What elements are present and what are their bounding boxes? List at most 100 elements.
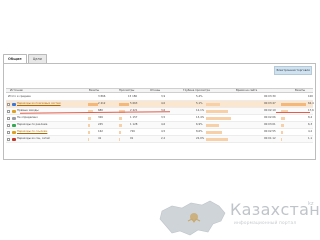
bounce-bar [206,130,222,134]
row-time: 00:02:55 [264,130,276,133]
row-visits: 245 [98,123,103,126]
row-depth: 4,5 [161,130,166,133]
ecom-bar [281,130,283,134]
row-label[interactable]: Переходы по ссылкам [17,130,47,134]
row-bounce: 5,1% [196,102,203,105]
col-visits[interactable]: Визиты [89,89,99,93]
row-label[interactable]: Переходы по рекламе [17,123,47,127]
row-visits: 41 [98,137,102,140]
row-bounce: 12,1% [196,109,205,112]
table-row[interactable]: Переходы по ссылкам 162 726 4,5 8,6% 00:… [6,129,313,136]
row-bounce: 8,6% [196,130,203,133]
col-pageviews[interactable]: Просмотры [119,89,134,93]
row-ecom: 8,4 [308,116,313,119]
direct-icon [12,109,16,113]
table-row[interactable]: Переходы из соц. сетей 41 91 2,2 22,0% 0… [6,136,313,143]
table-header: Источник Визиты Просмотры Отказы Глубина… [6,88,313,93]
table-row[interactable]: Переходы по рекламе 245 1 128 4,6 6,9% 0… [6,122,313,129]
total-bounce: 5,4% [196,95,203,98]
total-time: 00:03:30 [264,95,276,98]
screenshot: Общие Цели Электронная торговля Источник… [0,0,320,240]
kazakhstan-map-icon [159,200,226,236]
visits-bar [88,137,89,141]
row-visits: 2 412 [98,102,106,105]
row-views: 91 [130,137,134,140]
row-views: 5 663 [130,102,138,105]
total-row: Итого и средние 3 866 15 186 3,9 5,4% 00… [6,94,313,101]
col-depth[interactable]: Глубина просмотра [183,89,210,93]
col-source[interactable]: Источник [10,89,23,93]
row-ecom: 4,2 [308,130,313,133]
total-visits: 3 866 [98,95,106,98]
views-bar [119,123,122,127]
highlight-stroke [276,112,310,113]
views-bar [119,102,129,106]
table-row[interactable]: Переходы из поисковых систем 2 412 5 663… [6,101,314,108]
row-time: 00:01:12 [264,137,276,140]
row-label[interactable]: Переходы из поисковых систем [17,102,61,106]
row-depth: 4,6 [161,123,166,126]
ads-icon [12,123,16,127]
bounce-bar [206,137,228,141]
row-checkbox[interactable] [7,102,10,106]
site-logo: Казахстан kz информационный портал [158,197,320,240]
visits-bar [88,102,98,106]
ecom-bar [281,116,285,120]
total-views: 15 186 [128,95,138,98]
row-depth: 4,0 [161,102,166,105]
tab-bar: Общие Цели [3,54,47,64]
ecom-bar [281,102,306,106]
link-icon [12,130,16,134]
row-time: 00:03:01 [264,123,276,126]
col-bounce[interactable]: Отказы [150,89,160,93]
row-bounce: 22,0% [196,137,205,140]
tab-goals[interactable]: Цели [27,54,47,63]
visits-bar [88,116,91,120]
col-time[interactable]: Время на сайте [236,89,257,93]
row-ecom: 6,3 [308,123,313,126]
row-views: 726 [130,130,135,133]
search-engine-icon [12,102,16,106]
ecom-bar [281,137,282,141]
row-time: 00:02:19 [264,109,276,112]
row-checkbox[interactable] [7,116,10,120]
bounce-bar [206,116,231,120]
row-visits: 326 [98,116,103,119]
table-row[interactable]: Не определено 326 1 157 3,5 13,4% 00:02:… [6,115,313,122]
social-icon [12,137,16,141]
row-checkbox[interactable] [7,109,10,113]
bounce-bar [206,102,220,106]
row-bounce: 6,9% [196,123,203,126]
brand-tagline: информационный портал [234,221,297,226]
row-depth: 3,5 [161,116,166,119]
row-checkbox[interactable] [7,130,10,134]
row-ecom: 1,1 [308,137,313,140]
row-ecom: 62,4 [308,102,314,105]
row-checkbox[interactable] [7,137,10,141]
row-visits: 162 [98,130,103,133]
row-label[interactable]: Переходы из соц. сетей [17,137,50,141]
visits-bar [88,123,90,127]
total-depth: 3,9 [161,95,166,98]
row-time: 00:02:06 [264,116,276,119]
total-label: Итого и средние [8,95,31,98]
row-checkbox[interactable] [7,123,10,127]
row-views: 1 128 [130,123,138,126]
row-label[interactable]: Не определено [17,116,38,120]
visits-bar [88,130,90,134]
bounce-bar [206,123,219,127]
ecommerce-group-header: Электронная торговля [274,66,312,75]
views-bar [119,130,121,134]
views-bar [119,116,122,120]
brand-name: Казахстан [230,200,320,219]
row-depth: 2,2 [161,137,166,140]
ecom-bar [281,123,284,127]
bounce-bar [206,109,228,113]
row-views: 1 157 [130,116,138,119]
unknown-icon [12,116,16,120]
total-ecom: 100 [308,95,313,98]
row-bounce: 13,4% [196,116,205,119]
group-header-label: Электронная торговля [276,67,310,72]
col-ecom-visits[interactable]: Визиты [295,89,305,93]
views-bar [119,137,120,141]
